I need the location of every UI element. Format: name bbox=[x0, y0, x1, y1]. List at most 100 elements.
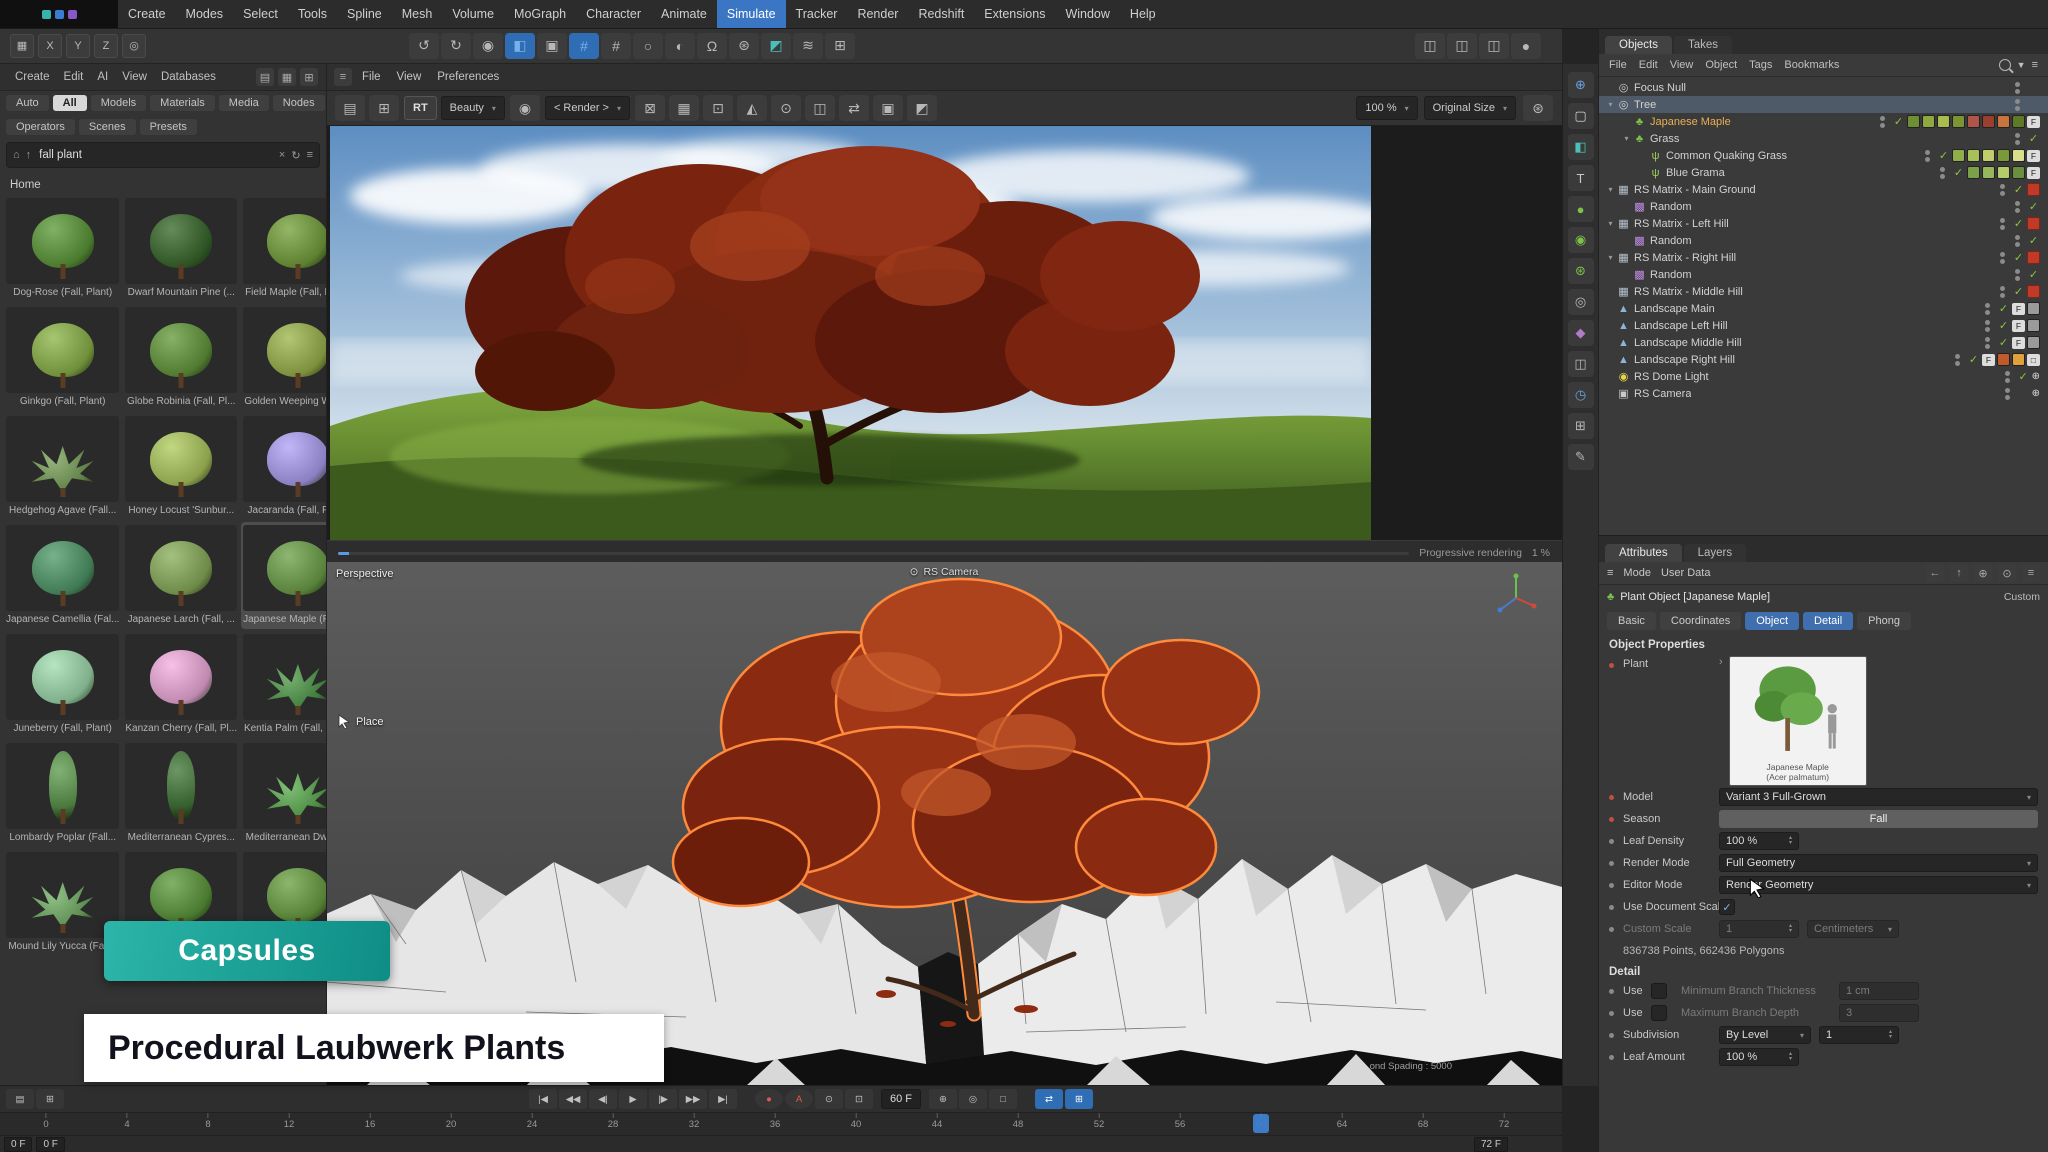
material-swatch[interactable] bbox=[1952, 115, 1965, 128]
copy-image-icon[interactable]: ⊞ bbox=[369, 95, 399, 121]
asset-item-hedgehog-agave-fall[interactable]: Hedgehog Agave (Fall... bbox=[4, 413, 121, 520]
menu-redshift[interactable]: Redshift bbox=[908, 0, 974, 28]
object-row-landscape-left-hill[interactable]: ▲Landscape Left Hill✓F bbox=[1599, 317, 2048, 334]
tag-badge[interactable]: F bbox=[2027, 150, 2040, 162]
enabled-check[interactable]: ✓ bbox=[2027, 200, 2040, 213]
menu-modes[interactable]: Modes bbox=[176, 0, 234, 28]
rv-menu-view[interactable]: View bbox=[389, 71, 430, 83]
menu-render[interactable]: Render bbox=[847, 0, 908, 28]
menu-select[interactable]: Select bbox=[233, 0, 288, 28]
rt-button[interactable]: RT bbox=[404, 96, 437, 120]
visibility-dots[interactable] bbox=[1925, 150, 1930, 162]
material-swatch[interactable] bbox=[1967, 149, 1980, 162]
visibility-dots[interactable] bbox=[2005, 388, 2010, 400]
tag-badge[interactable]: F bbox=[1982, 354, 1995, 366]
prev-key-button[interactable]: ◀◀ bbox=[559, 1089, 587, 1109]
refresh-icon[interactable]: ↻ bbox=[291, 149, 300, 162]
category-tab-operators[interactable]: Operators bbox=[6, 119, 75, 135]
visibility-dots[interactable] bbox=[2005, 371, 2010, 383]
object-row-grass[interactable]: ▾♣Grass✓ bbox=[1599, 130, 2048, 147]
object-row-rs-matrix-main-ground[interactable]: ▾▦RS Matrix - Main Ground✓ bbox=[1599, 181, 2048, 198]
tab-objects[interactable]: Objects bbox=[1605, 36, 1672, 54]
menu-character[interactable]: Character bbox=[576, 0, 651, 28]
goto-start-button[interactable]: |◀ bbox=[529, 1089, 557, 1109]
timeline-list-icon[interactable]: ⊞ bbox=[36, 1089, 64, 1109]
field-model[interactable]: Variant 3 Full-Grown▾ bbox=[1719, 788, 2038, 806]
spinner[interactable]: ▴▾ bbox=[1889, 1030, 1892, 1040]
sample-icon[interactable]: ⊙ bbox=[771, 95, 801, 121]
prev-frame-button[interactable]: ◀| bbox=[589, 1089, 617, 1109]
object-row-blue-grama[interactable]: ψBlue Grama✓F bbox=[1599, 164, 2048, 181]
quantize-toggle[interactable]: ⊞ bbox=[1065, 1089, 1093, 1109]
material-swatch[interactable] bbox=[1997, 166, 2010, 179]
pip-icon[interactable]: ◩ bbox=[907, 95, 937, 121]
plane-icon[interactable]: ▢ bbox=[1568, 103, 1594, 129]
size-dropdown[interactable]: Original Size▾ bbox=[1424, 96, 1516, 120]
clock-icon[interactable]: ◷ bbox=[1568, 382, 1594, 408]
timeline-grid-icon[interactable]: ▤ bbox=[6, 1089, 34, 1109]
checkbox-use-document-scale[interactable]: ✓ bbox=[1719, 899, 1735, 915]
section-tab-basic[interactable]: Basic bbox=[1607, 612, 1656, 630]
triangle-icon[interactable]: ◭ bbox=[737, 95, 767, 121]
material-swatch[interactable] bbox=[1982, 166, 1995, 179]
asset-item-globe-robinia-fall-pl[interactable]: Globe Robinia (Fall, Pl... bbox=[123, 304, 239, 411]
autokey-button[interactable]: A bbox=[785, 1089, 813, 1109]
start-frame-field[interactable]: 0 F bbox=[4, 1137, 32, 1152]
spinner[interactable]: ▴▾ bbox=[1789, 1052, 1792, 1062]
snap-grid-toggle[interactable]: # bbox=[569, 33, 599, 59]
filter-tab-all[interactable]: All bbox=[53, 95, 87, 111]
end-frame-field[interactable]: 72 F bbox=[1474, 1137, 1508, 1152]
list-icon[interactable]: ≡ bbox=[2032, 59, 2038, 71]
om-menu-edit[interactable]: Edit bbox=[1639, 59, 1658, 71]
range-start-field[interactable]: 0 F bbox=[36, 1137, 64, 1152]
filter-tab-auto[interactable]: Auto bbox=[6, 95, 49, 111]
material-swatch[interactable] bbox=[1922, 115, 1935, 128]
visibility-dots[interactable] bbox=[2015, 133, 2020, 145]
visibility-dots[interactable] bbox=[2015, 82, 2020, 94]
menu-icon[interactable]: ≡ bbox=[2022, 564, 2040, 582]
expand-icon[interactable]: › bbox=[1719, 656, 1723, 668]
nav-back-icon[interactable]: ← bbox=[1926, 564, 1944, 582]
asset-item-dwarf-mountain-pine[interactable]: Dwarf Mountain Pine (... bbox=[123, 195, 239, 302]
anim-dot[interactable] bbox=[1609, 989, 1614, 994]
object-row-rs-dome-light[interactable]: ◉RS Dome Light✓⊕ bbox=[1599, 368, 2048, 385]
anim-dot[interactable] bbox=[1609, 1011, 1614, 1016]
tag-icon[interactable]: ⊕ bbox=[2032, 371, 2040, 382]
material-swatch[interactable] bbox=[2012, 353, 2025, 366]
lock-y-axis[interactable]: Y bbox=[66, 34, 90, 58]
menu-tracker[interactable]: Tracker bbox=[786, 0, 848, 28]
record-objects-button[interactable]: ⊡ bbox=[845, 1089, 873, 1109]
layers-icon[interactable]: ▣ bbox=[873, 95, 903, 121]
field-maximum-branch-depth[interactable]: 3 bbox=[1839, 1004, 1919, 1022]
visibility-dots[interactable] bbox=[1880, 116, 1885, 128]
asset-menu-edit[interactable]: Edit bbox=[57, 71, 91, 83]
asset-item-kanzan-cherry-fall-pl[interactable]: Kanzan Cherry (Fall, Pl... bbox=[123, 631, 239, 738]
anim-dot[interactable] bbox=[1609, 663, 1614, 668]
snap-toggle[interactable]: ⇄ bbox=[1035, 1089, 1063, 1109]
render-sphere[interactable]: ● bbox=[1511, 33, 1541, 59]
eye-icon[interactable]: ◉ bbox=[510, 95, 540, 121]
compass-icon[interactable]: ◎ bbox=[1568, 289, 1594, 315]
filter-tab-materials[interactable]: Materials bbox=[150, 95, 215, 111]
field-subdivision-mode[interactable]: By Level▾ bbox=[1719, 1026, 1811, 1044]
zoom-dropdown[interactable]: 100 %▾ bbox=[1356, 96, 1417, 120]
object-row-random[interactable]: ▩Random✓ bbox=[1599, 232, 2048, 249]
om-menu-object[interactable]: Object bbox=[1705, 59, 1737, 71]
field-custom-scale[interactable]: 1▴▾ bbox=[1719, 920, 1799, 938]
move-axes-icon[interactable]: ⊕ bbox=[1568, 72, 1594, 98]
simulation-cloud[interactable]: ≋ bbox=[793, 33, 823, 59]
grid-view-icon[interactable]: ▦ bbox=[278, 68, 296, 86]
circle-tool-a[interactable]: ○ bbox=[633, 33, 663, 59]
search-menu-icon[interactable]: ≡ bbox=[307, 149, 313, 161]
nav-up-icon[interactable]: ↑ bbox=[26, 149, 32, 161]
material-swatch[interactable] bbox=[2012, 115, 2025, 128]
asset-item-golden-weeping-willo[interactable]: Golden Weeping Willo... bbox=[241, 304, 327, 411]
use-checkbox[interactable] bbox=[1651, 983, 1667, 999]
object-row-random[interactable]: ▩Random✓ bbox=[1599, 266, 2048, 283]
boxes-icon[interactable]: ⊞ bbox=[1568, 413, 1594, 439]
enabled-check[interactable]: ✓ bbox=[2017, 370, 2030, 383]
lock-z-axis[interactable]: Z bbox=[94, 34, 118, 58]
enabled-check[interactable]: ✓ bbox=[2012, 217, 2025, 230]
clear-search-icon[interactable]: × bbox=[279, 149, 285, 161]
material-swatch[interactable] bbox=[1907, 115, 1920, 128]
